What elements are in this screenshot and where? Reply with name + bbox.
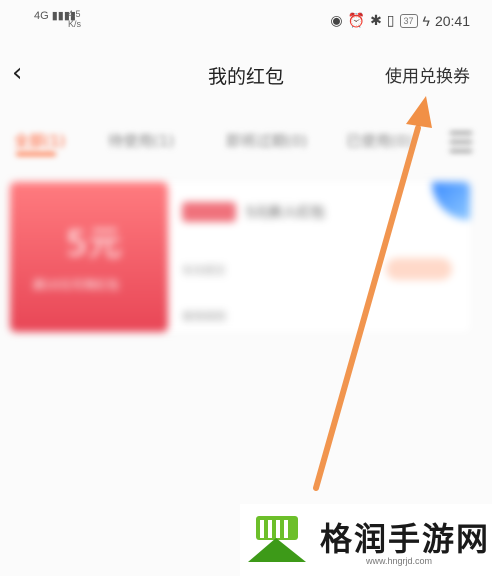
coupon-condition: 满10元可用红包 — [32, 278, 120, 292]
use-coupon-button[interactable] — [386, 258, 452, 280]
coupon-rules-link[interactable]: 使用规则 — [182, 308, 226, 324]
tab-unused[interactable]: 待使用(1) — [108, 130, 174, 151]
tab-expiring[interactable]: 即将过期(0) — [226, 130, 307, 151]
coupon-name: 5元新人红包 — [246, 205, 325, 221]
watermark-logo-icon — [248, 516, 306, 562]
active-tab-indicator — [16, 152, 56, 156]
bluetooth-icon: ✱ — [370, 12, 382, 28]
tab-all[interactable]: 全部(1) — [14, 130, 65, 151]
watermark-url: www.hngrjd.com — [366, 556, 433, 566]
alarm-icon: ⏰ — [347, 12, 366, 28]
coupon-tag — [182, 202, 236, 222]
coupon-card[interactable]: 5元 满10元可用红包 5元新人红包 有效期至 使用规则 — [10, 182, 470, 332]
network-speed: 4.5 K/s — [68, 9, 82, 29]
corner-badge — [432, 182, 470, 220]
tab-used[interactable]: 已使用(0) — [346, 130, 412, 151]
menu-icon[interactable] — [450, 132, 472, 152]
status-icons: ◉ ⏰ ✱ ▯ 37 ϟ 20:41 — [330, 12, 470, 29]
eye-icon: ◉ — [330, 12, 343, 28]
watermark-text: 格润手游网 — [320, 520, 491, 558]
filter-tabs: 全部(1) 待使用(1) 即将过期(0) 已使用(0) — [0, 122, 492, 162]
status-bar: 4G ▮▮▮▮ 4.5 K/s ◉ ⏰ ✱ ▯ 37 ϟ 20:41 — [0, 0, 492, 40]
coupon-value-panel: 5元 满10元可用红包 — [10, 182, 168, 332]
charging-icon: ϟ — [422, 12, 430, 29]
coupon-amount: 5元 — [66, 224, 122, 264]
battery-indicator: 37 — [399, 13, 418, 28]
clock: 20:41 — [434, 12, 470, 29]
vibrate-icon: ▯ — [386, 12, 395, 28]
site-watermark: 格润手游网 www.hngrjd.com — [240, 504, 492, 576]
coupon-validity: 有效期至 — [182, 264, 226, 277]
use-redeem-voucher-button[interactable]: 使用兑换券 — [385, 62, 470, 87]
app-header: ‹ 我的红包 使用兑换券 — [0, 46, 492, 106]
